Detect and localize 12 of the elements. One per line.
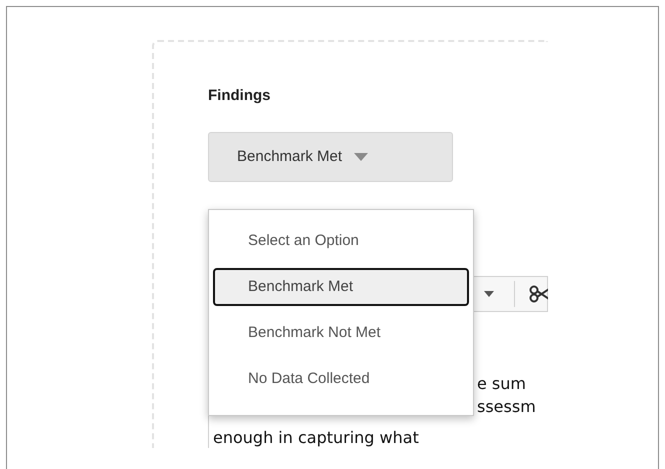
editor-text-line: e sum <box>477 373 526 395</box>
editor-text-line: enough in capturing what <box>213 427 419 448</box>
field-label: Findings <box>208 86 270 106</box>
dropdown-option[interactable]: Benchmark Not Met <box>213 310 469 356</box>
caret-icon <box>484 291 494 297</box>
dropdown-option[interactable]: Benchmark Met <box>213 268 469 306</box>
scissors-icon[interactable] <box>529 285 548 303</box>
caret-icon <box>354 153 368 161</box>
findings-select[interactable]: Benchmark Met <box>208 132 453 182</box>
editor-text-line: ssessm <box>477 396 536 418</box>
dropdown-option[interactable]: Select an Option <box>213 218 469 264</box>
dropdown-option[interactable]: No Data Collected <box>213 356 469 402</box>
